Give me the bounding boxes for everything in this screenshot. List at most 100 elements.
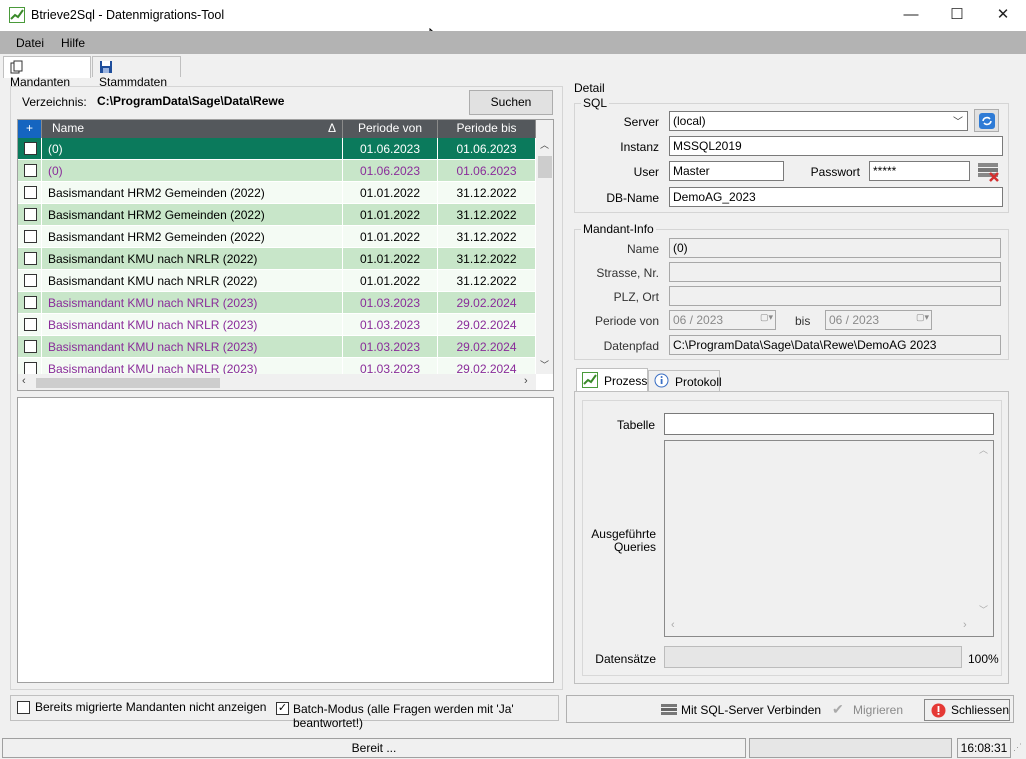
- row-name: Basismandant HRM2 Gemeinden (2022): [42, 204, 343, 226]
- row-checkbox[interactable]: [24, 230, 37, 243]
- row-name: Basismandant KMU nach NRLR (2023): [42, 292, 343, 314]
- tab-mandanten[interactable]: Mandanten: [3, 56, 91, 89]
- grid-hscroll-thumb[interactable]: [36, 378, 220, 388]
- row-name: Basismandant KMU nach NRLR (2022): [42, 270, 343, 292]
- row-checkbox[interactable]: [24, 296, 37, 309]
- passwort-field[interactable]: *****: [869, 161, 970, 181]
- grid-vscroll-thumb[interactable]: [538, 156, 552, 178]
- mandanten-grid[interactable]: + Name Δ Periode von Periode bis (0) 01.0…: [17, 119, 554, 391]
- tab-stammdaten[interactable]: Stammdaten: [92, 56, 181, 89]
- user-field[interactable]: Master: [669, 161, 784, 181]
- tab-protokoll[interactable]: Protokoll: [648, 370, 722, 391]
- scroll-right-arrow-icon[interactable]: ›: [963, 619, 967, 631]
- menu-hilfe[interactable]: Hilfe: [61, 36, 85, 50]
- row-checkbox[interactable]: [24, 274, 37, 287]
- column-header-periode-von[interactable]: Periode von: [343, 120, 438, 138]
- dbname-field[interactable]: DemoAG_2023: [669, 187, 1003, 207]
- table-row[interactable]: Basismandant KMU nach NRLR (2022) 01.01.2…: [18, 270, 536, 292]
- migrieren-button[interactable]: ✔ Migrieren: [830, 700, 920, 720]
- stop-icon: [931, 703, 946, 718]
- row-checkbox[interactable]: [24, 164, 37, 177]
- batch-mode-checkbox[interactable]: ✓: [276, 702, 289, 715]
- scroll-up-arrow-icon[interactable]: ︿: [979, 443, 988, 456]
- row-periode-bis: 01.06.2023: [438, 160, 536, 182]
- server-select[interactable]: (local) ﹀: [669, 111, 968, 131]
- refresh-servers-button[interactable]: [974, 109, 999, 132]
- column-header-periode-bis[interactable]: Periode bis: [438, 120, 536, 138]
- table-row[interactable]: (0) 01.06.2023 01.06.2023: [18, 160, 536, 182]
- calendar-dropdown-icon: ▢▾: [759, 312, 773, 322]
- scroll-down-arrow-icon[interactable]: ﹀: [979, 603, 988, 616]
- grid-horizontal-scrollbar[interactable]: ‹ ›: [18, 374, 536, 390]
- table-row[interactable]: Basismandant KMU nach NRLR (2023) 01.03.2…: [18, 336, 536, 358]
- row-checkbox[interactable]: [24, 252, 37, 265]
- queries-textarea[interactable]: ︿ ﹀ ‹ ›: [664, 440, 994, 637]
- table-row[interactable]: (0) 01.06.2023 01.06.2023: [18, 138, 536, 160]
- row-name: (0): [42, 160, 343, 182]
- row-periode-von: 01.03.2023: [343, 292, 438, 314]
- tabelle-field[interactable]: [664, 413, 994, 435]
- maximize-button[interactable]: ☐: [934, 0, 980, 31]
- menu-datei[interactable]: Datei: [16, 36, 44, 50]
- row-checkbox[interactable]: [24, 318, 37, 331]
- strasse-field: [669, 262, 1001, 282]
- close-window-button[interactable]: ✕: [980, 0, 1026, 31]
- minimize-button[interactable]: —: [888, 0, 934, 31]
- row-periode-bis: 31.12.2022: [438, 182, 536, 204]
- plz-ort-field: [669, 286, 1001, 306]
- verzeichnis-label: Verzeichnis:: [22, 95, 87, 109]
- hide-migrated-checkbox[interactable]: [17, 701, 30, 714]
- schliessen-button[interactable]: Schliessen: [924, 699, 1010, 721]
- row-periode-bis: 31.12.2022: [438, 248, 536, 270]
- periode-von-picker: 06 / 2023 ▢▾: [669, 310, 776, 330]
- batch-mode-label: Batch-Modus (alle Fragen werden mit 'Ja'…: [293, 702, 514, 730]
- plz-ort-label: PLZ, Ort: [613, 290, 659, 304]
- dbname-label: DB-Name: [606, 191, 659, 205]
- table-row[interactable]: Basismandant HRM2 Gemeinden (2022) 01.01.…: [18, 182, 536, 204]
- document-icon: [10, 60, 23, 74]
- migrieren-label: Migrieren: [853, 703, 904, 717]
- row-checkbox-cell: [18, 292, 42, 314]
- checkmark-icon: ✔: [832, 701, 844, 717]
- row-periode-bis: 29.02.2024: [438, 314, 536, 336]
- grid-scroll-corner: [536, 120, 553, 138]
- scroll-down-arrow-icon[interactable]: ﹀: [540, 358, 550, 372]
- status-progress: [749, 738, 952, 758]
- grid-vertical-scrollbar[interactable]: ︿ ﹀: [536, 138, 553, 374]
- row-checkbox[interactable]: [24, 340, 37, 353]
- row-periode-von: 01.01.2022: [343, 226, 438, 248]
- row-checkbox[interactable]: [24, 208, 37, 221]
- table-row[interactable]: Basismandant HRM2 Gemeinden (2022) 01.01.…: [18, 226, 536, 248]
- row-checkbox[interactable]: [24, 186, 37, 199]
- chevron-down-icon: ﹀: [953, 117, 963, 128]
- scroll-up-arrow-icon[interactable]: ︿: [540, 138, 550, 152]
- tab-protokoll-label: Protokoll: [675, 375, 722, 389]
- resize-grip-icon[interactable]: ⋰: [1013, 742, 1022, 753]
- datenpfad-label: Datenpfad: [603, 339, 659, 353]
- row-periode-bis: 01.06.2023: [438, 138, 536, 160]
- row-checkbox-cell: [18, 226, 42, 248]
- column-header-name[interactable]: Name Δ: [42, 120, 343, 138]
- progress-percent: 100%: [968, 652, 999, 666]
- refresh-icon: [978, 113, 995, 129]
- table-row[interactable]: Basismandant HRM2 Gemeinden (2022) 01.01.…: [18, 204, 536, 226]
- datensaetze-progress: [664, 646, 962, 668]
- server-disconnected-icon[interactable]: [976, 160, 1002, 182]
- add-column-button[interactable]: +: [18, 120, 42, 138]
- suchen-button[interactable]: Suchen: [469, 90, 553, 115]
- row-checkbox[interactable]: [24, 142, 37, 155]
- row-periode-bis: 29.02.2024: [438, 336, 536, 358]
- periode-von-label: Periode von: [594, 314, 659, 328]
- scroll-right-arrow-icon[interactable]: ›: [524, 375, 528, 387]
- table-row[interactable]: Basismandant KMU nach NRLR (2022) 01.01.2…: [18, 248, 536, 270]
- instanz-field[interactable]: MSSQL2019: [669, 136, 1003, 156]
- scroll-left-arrow-icon[interactable]: ‹: [22, 375, 26, 387]
- server-value: (local): [673, 114, 706, 128]
- connect-label: Mit SQL-Server Verbinden: [681, 703, 822, 717]
- table-row[interactable]: Basismandant KMU nach NRLR (2023) 01.03.2…: [18, 292, 536, 314]
- connect-button[interactable]: Mit SQL-Server Verbinden: [657, 700, 821, 720]
- table-row[interactable]: Basismandant KMU nach NRLR (2023) 01.03.2…: [18, 314, 536, 336]
- menu-bar: Datei Hilfe: [0, 31, 1026, 54]
- tab-prozess[interactable]: Prozess: [576, 368, 648, 392]
- scroll-left-arrow-icon[interactable]: ‹: [671, 619, 675, 631]
